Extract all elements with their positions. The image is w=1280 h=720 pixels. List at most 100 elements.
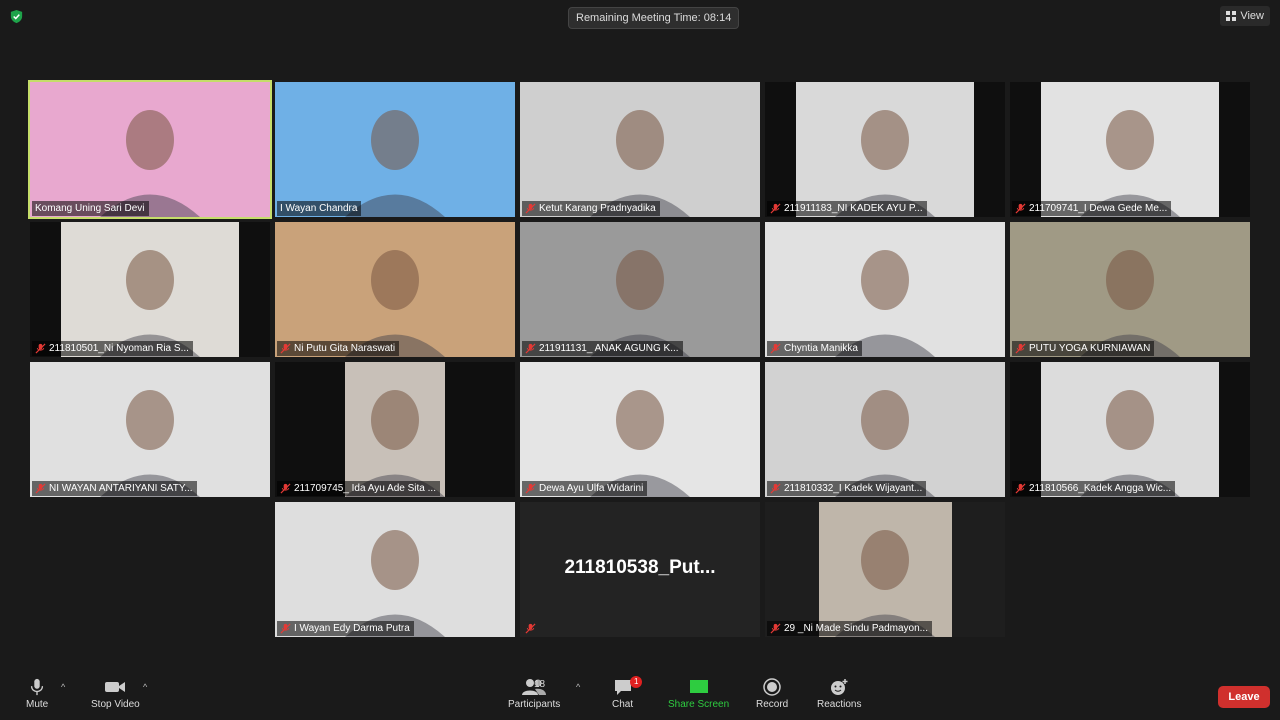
participant-name-label: Ni Putu Gita Naraswati (277, 341, 400, 356)
participant-tile[interactable]: 211709745_ Ida Ayu Ade Sita ... (275, 362, 515, 497)
participant-name-label: Dewa Ayu Ulfa Widarini (522, 481, 648, 496)
participant-silhouette (1080, 250, 1180, 357)
participant-tile[interactable]: 211709741_I Dewa Gede Me... (1010, 82, 1250, 217)
participant-tile[interactable]: 211810538_Put... (520, 502, 760, 637)
mute-label: Mute (26, 699, 49, 710)
security-shield-icon[interactable] (9, 9, 24, 24)
meeting-timer: Remaining Meeting Time: 08:14 (568, 7, 740, 29)
participant-name: 211810501_Ni Nyoman Ria S... (49, 343, 189, 354)
participant-name-label: Chyntia Manikka (767, 341, 862, 356)
participant-name-label: PUTU YOGA KURNIAWAN (1012, 341, 1155, 356)
participant-tile[interactable]: 29 _Ni Made Sindu Padmayon... (765, 502, 1005, 637)
participant-silhouette (345, 390, 445, 497)
participant-name: 211810566_Kadek Angga Wic... (1029, 483, 1172, 494)
participant-tile[interactable]: 211810501_Ni Nyoman Ria S... (30, 222, 270, 357)
participant-name-label: Ketut Karang Pradnyadika (522, 201, 660, 216)
participant-silhouette (345, 250, 445, 357)
participant-name: 211709741_I Dewa Gede Me... (1029, 203, 1168, 214)
participant-name: I Wayan Edy Darma Putra (294, 623, 410, 634)
participants-label: Participants (508, 699, 561, 710)
participant-silhouette (345, 110, 445, 217)
participant-tile[interactable]: 211810332_I Kadek Wijayant... (765, 362, 1005, 497)
participant-tile[interactable]: 211911183_NI KADEK AYU P... (765, 82, 1005, 217)
participant-name-label: I Wayan Chandra (277, 201, 362, 216)
muted-microphone-icon (1015, 343, 1026, 354)
participant-silhouette (1080, 110, 1180, 217)
participant-name: PUTU YOGA KURNIAWAN (1029, 343, 1151, 354)
participant-silhouette (100, 250, 200, 357)
chat-unread-badge: 1 (630, 676, 643, 688)
participant-name: Ni Putu Gita Naraswati (294, 343, 396, 354)
muted-microphone-icon (770, 483, 781, 494)
muted-microphone-icon (280, 483, 291, 494)
participant-name: 29 _Ni Made Sindu Padmayon... (784, 623, 928, 634)
share-screen-button[interactable]: Share Screen (668, 678, 729, 710)
leave-button[interactable]: Leave (1218, 686, 1270, 708)
participant-name: 211911183_NI KADEK AYU P... (784, 203, 923, 214)
record-label: Record (756, 699, 789, 710)
participant-tile[interactable]: Chyntia Manikka (765, 222, 1005, 357)
muted-microphone-icon (525, 483, 536, 494)
reactions-button[interactable]: Reactions (817, 678, 861, 710)
participant-silhouette (835, 110, 935, 217)
participant-tile[interactable]: NI WAYAN ANTARIYANI SATY... (30, 362, 270, 497)
participant-name: Dewa Ayu Ulfa Widarini (539, 483, 644, 494)
participant-silhouette (590, 110, 690, 217)
participant-name: Ketut Karang Pradnyadika (539, 203, 656, 214)
muted-microphone-icon (525, 343, 536, 354)
participant-tile[interactable]: Dewa Ayu Ulfa Widarini (520, 362, 760, 497)
participant-tile[interactable]: 211911131_ ANAK AGUNG K... (520, 222, 760, 357)
participant-silhouette (590, 390, 690, 497)
muted-microphone-icon (35, 483, 46, 494)
participant-name-label (522, 621, 540, 636)
view-button[interactable]: View (1220, 6, 1270, 26)
participant-name-label: 211709745_ Ida Ayu Ade Sita ... (277, 481, 440, 496)
muted-microphone-icon (35, 343, 46, 354)
stop-video-button[interactable]: Stop Video (91, 678, 140, 710)
participant-name: I Wayan Chandra (280, 203, 358, 214)
muted-microphone-icon (1015, 483, 1026, 494)
reactions-label: Reactions (817, 699, 862, 710)
participant-name: Komang Uning Sari Devi (35, 203, 145, 214)
chat-label: Chat (612, 699, 634, 710)
view-button-label: View (1240, 10, 1264, 22)
stop-video-label: Stop Video (91, 699, 140, 710)
muted-microphone-icon (1015, 203, 1026, 214)
participant-silhouette (1080, 390, 1180, 497)
participant-tile[interactable]: PUTU YOGA KURNIAWAN (1010, 222, 1250, 357)
grid-view-icon (1226, 11, 1237, 21)
participant-name-label: 211911183_NI KADEK AYU P... (767, 201, 927, 216)
participant-tile[interactable]: Ni Putu Gita Naraswati (275, 222, 515, 357)
muted-microphone-icon (525, 203, 536, 214)
participant-name-label: I Wayan Edy Darma Putra (277, 621, 414, 636)
participant-tile[interactable]: Ketut Karang Pradnyadika (520, 82, 760, 217)
participant-name-label: 211810501_Ni Nyoman Ria S... (32, 341, 193, 356)
video-camera-icon (105, 682, 126, 692)
participant-silhouette (835, 530, 935, 637)
participant-tile[interactable]: I Wayan Chandra (275, 82, 515, 217)
participant-silhouette (835, 390, 935, 497)
participant-tile[interactable]: I Wayan Edy Darma Putra (275, 502, 515, 637)
record-button[interactable]: Record (756, 678, 788, 710)
participant-name-label: 211911131_ ANAK AGUNG K... (522, 341, 683, 356)
microphone-icon (31, 678, 44, 696)
participant-name-label: Komang Uning Sari Devi (32, 201, 149, 216)
participants-options-caret-icon[interactable]: ^ (576, 682, 580, 692)
participant-silhouette (345, 530, 445, 637)
participant-name: 211911131_ ANAK AGUNG K... (539, 343, 679, 354)
participant-name-label: 211709741_I Dewa Gede Me... (1012, 201, 1172, 216)
chat-button[interactable]: 1 Chat (612, 676, 643, 710)
participant-name: NI WAYAN ANTARIYANI SATY... (49, 483, 193, 494)
participant-tile[interactable]: 211810566_Kadek Angga Wic... (1010, 362, 1250, 497)
muted-microphone-icon (770, 343, 781, 354)
video-options-caret-icon[interactable]: ^ (143, 682, 147, 692)
participants-button[interactable]: 18 Participants (508, 678, 560, 710)
participant-tile[interactable]: Komang Uning Sari Devi (28, 80, 272, 219)
muted-microphone-icon (280, 623, 291, 634)
participant-name-label: 29 _Ni Made Sindu Padmayon... (767, 621, 932, 636)
share-screen-icon (689, 680, 708, 693)
participants-count: 18 (534, 679, 546, 690)
mute-options-caret-icon[interactable]: ^ (61, 682, 65, 692)
mute-button[interactable]: Mute (26, 678, 48, 710)
participant-name-label: 211810566_Kadek Angga Wic... (1012, 481, 1176, 496)
